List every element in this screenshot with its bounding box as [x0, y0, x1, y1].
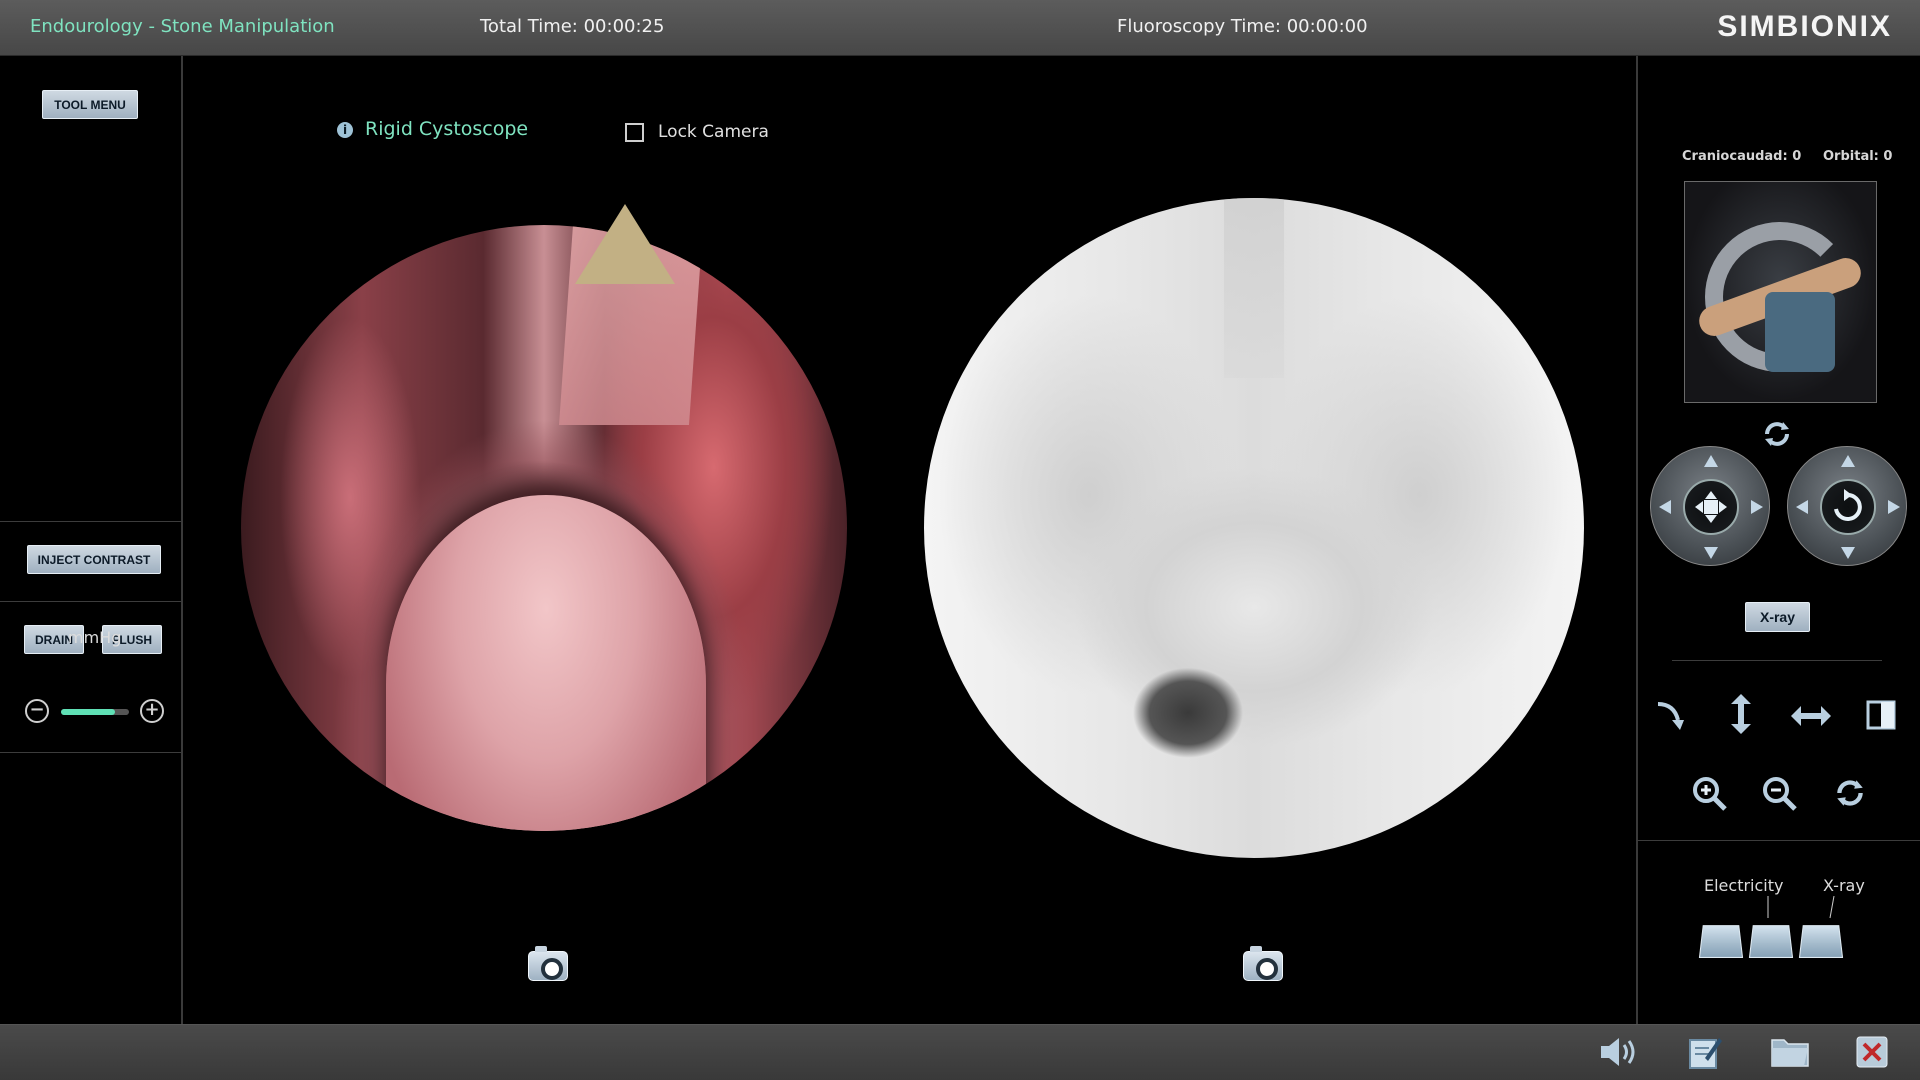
pedal-label-electricity: Electricity: [1704, 876, 1784, 895]
scope-tip-marker: [575, 204, 675, 284]
module-title: Endourology - Stone Manipulation: [30, 16, 335, 37]
pressure-slider[interactable]: [61, 709, 129, 715]
horizontal-arrows-icon[interactable]: [1791, 700, 1831, 732]
notes-icon[interactable]: [1687, 1034, 1723, 1070]
rotate-joystick-icon[interactable]: [1787, 446, 1907, 566]
scope-name: Rigid Cystoscope: [365, 118, 529, 140]
brand-logo: SIMBIONIX: [1717, 10, 1892, 43]
foot-pedal-xray[interactable]: [1798, 925, 1844, 959]
pressure-slider-fill: [61, 709, 116, 715]
top-bar: Endourology - Stone Manipulation Total T…: [0, 0, 1920, 56]
lock-camera-label[interactable]: Lock Camera: [658, 122, 769, 142]
folder-icon[interactable]: [1770, 1034, 1810, 1068]
tool-menu-button[interactable]: TOOL MENU: [42, 90, 138, 119]
camera-icon[interactable]: [1243, 946, 1283, 981]
reset-view-icon[interactable]: [1833, 776, 1867, 810]
c-arm-preview: [1684, 181, 1877, 403]
zoom-out-icon[interactable]: [1761, 775, 1799, 813]
pan-arrows-icon: [1659, 455, 1763, 559]
left-divider: [0, 752, 181, 753]
increase-pressure-icon[interactable]: +: [140, 699, 164, 723]
foot-pedal-electricity[interactable]: [1748, 925, 1794, 959]
patient-bed: [1765, 292, 1835, 372]
invert-contrast-icon[interactable]: [1866, 700, 1896, 730]
close-icon[interactable]: [1856, 1036, 1888, 1068]
left-divider: [0, 521, 181, 522]
refresh-icon[interactable]: [1761, 418, 1793, 450]
zoom-in-icon[interactable]: [1691, 775, 1729, 813]
right-divider: [1672, 660, 1882, 661]
vertical-arrows-icon[interactable]: [1725, 694, 1757, 734]
lock-camera-checkbox[interactable]: [625, 123, 644, 142]
rotate-arrows-icon: [1796, 455, 1900, 559]
bladder-neck: [386, 495, 706, 831]
bend-arrow-icon[interactable]: [1654, 696, 1690, 732]
foot-pedal-left[interactable]: [1698, 925, 1744, 959]
pressure-unit: mmHg: [68, 628, 122, 647]
total-time: Total Time: 00:00:25: [480, 16, 665, 37]
fluoroscopy-time: Fluoroscopy Time: 00:00:00: [1117, 16, 1368, 37]
right-divider: [1636, 840, 1920, 841]
decrease-pressure-icon[interactable]: −: [25, 699, 49, 723]
orbital-readout: Orbital: 0: [1823, 149, 1893, 164]
craniocaudad-readout: Craniocaudad: 0: [1682, 149, 1802, 164]
endoscope-view[interactable]: [241, 225, 847, 831]
info-icon[interactable]: i: [337, 122, 353, 138]
fluoroscopy-view[interactable]: [924, 198, 1584, 858]
camera-icon[interactable]: [528, 946, 568, 981]
xray-button[interactable]: X-ray: [1745, 602, 1810, 632]
pan-joystick-icon[interactable]: [1650, 446, 1770, 566]
inject-contrast-button[interactable]: INJECT CONTRAST: [27, 545, 161, 574]
left-panel: [0, 56, 183, 1024]
spine-shadow: [1224, 198, 1284, 378]
left-divider: [0, 601, 181, 602]
pedal-label-xray: X-ray: [1823, 876, 1865, 895]
pedal-pointer-lines: [1767, 896, 1835, 919]
sound-icon[interactable]: [1597, 1034, 1639, 1070]
